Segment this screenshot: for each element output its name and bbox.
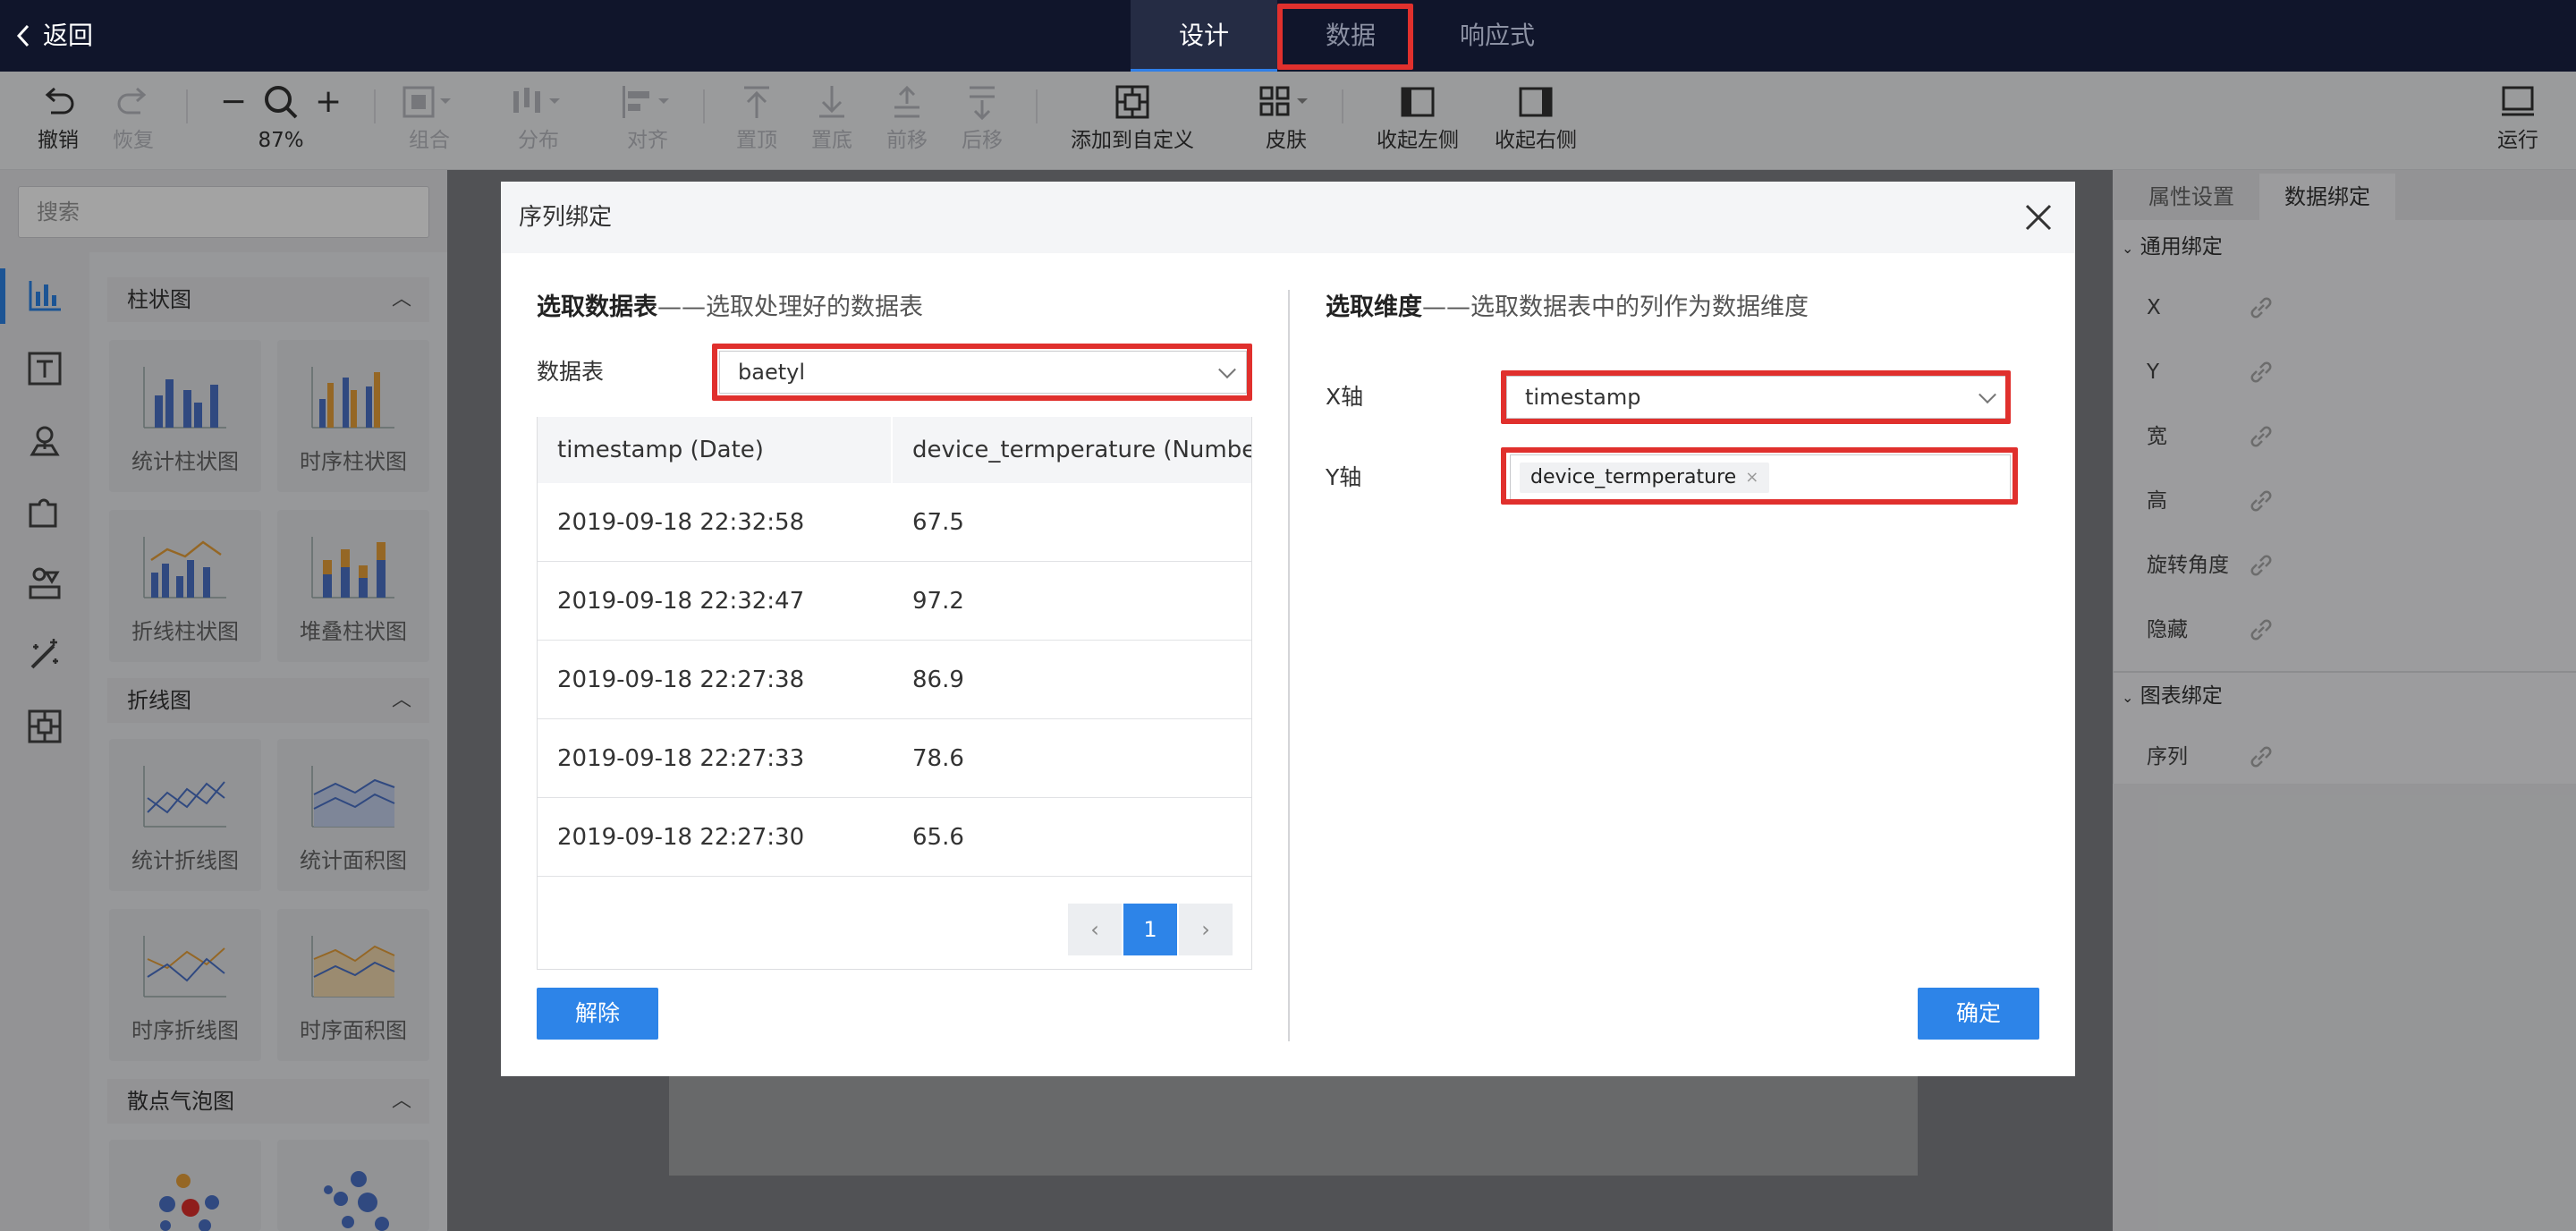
table-cell: 97.2 <box>912 588 964 615</box>
dialog-header <box>501 182 2075 253</box>
table-select[interactable]: baetyl <box>719 351 1247 394</box>
x-axis-label: X轴 <box>1326 384 1364 410</box>
x-axis-select-value: timestamp <box>1525 385 1641 410</box>
confirm-button[interactable]: 确定 <box>1918 988 2039 1040</box>
y-axis-multiselect[interactable]: device_termperature × <box>1510 454 2011 501</box>
table-row: 2019-09-18 22:27:33 78.6 <box>538 719 1251 798</box>
pagination-page-1[interactable]: 1 <box>1123 904 1177 955</box>
table-cell: 86.9 <box>912 666 964 693</box>
dialog-column-divider <box>1288 290 1290 1041</box>
chevron-down-icon <box>1979 386 1996 404</box>
pagination-prev-button[interactable]: ‹ <box>1068 904 1122 955</box>
back-button[interactable]: 返回 <box>14 0 93 72</box>
table-cell: 67.5 <box>912 509 964 536</box>
table-cell: 2019-09-18 22:27:38 <box>557 666 805 693</box>
heading-desc: ——选取数据表中的列作为数据维度 <box>1422 293 1809 321</box>
x-axis-select[interactable]: timestamp <box>1506 376 2007 419</box>
heading-desc: ——选取处理好的数据表 <box>657 293 923 321</box>
tab-responsive[interactable]: 响应式 <box>1424 0 1571 72</box>
table-row: 2019-09-18 22:32:58 67.5 <box>538 483 1251 562</box>
table-cell: 2019-09-18 22:32:47 <box>557 588 805 615</box>
y-axis-tag: device_termperature × <box>1520 463 1770 493</box>
select-table-heading: 选取数据表——选取处理好的数据表 <box>537 290 923 326</box>
table-cell: 2019-09-18 22:32:58 <box>557 509 805 536</box>
column-header: timestamp (Date) <box>538 417 891 483</box>
table-cell: 78.6 <box>912 745 964 772</box>
table-select-value: baetyl <box>738 360 805 385</box>
table-cell: 2019-09-18 22:27:33 <box>557 745 805 772</box>
dialog-title: 序列绑定 <box>519 204 613 231</box>
table-field-label: 数据表 <box>537 359 605 385</box>
column-divider <box>891 417 893 483</box>
select-dimension-heading: 选取维度——选取数据表中的列作为数据维度 <box>1326 290 1809 326</box>
y-axis-label: Y轴 <box>1326 464 1362 490</box>
table-row: 2019-09-18 22:32:47 97.2 <box>538 562 1251 641</box>
table-cell: 2019-09-18 22:27:30 <box>557 824 805 851</box>
chevron-left-icon <box>16 24 30 47</box>
heading-bold: 选取数据表 <box>537 293 657 321</box>
close-icon[interactable] <box>2023 202 2054 233</box>
pagination-next-button[interactable]: › <box>1179 904 1233 955</box>
column-header: device_termperature (Number) <box>893 417 1251 483</box>
unbind-button[interactable]: 解除 <box>537 988 658 1040</box>
table-row: 2019-09-18 22:27:30 65.6 <box>538 798 1251 877</box>
tab-design[interactable]: 设计 <box>1131 0 1277 72</box>
back-label: 返回 <box>43 21 94 50</box>
tab-data[interactable]: 数据 <box>1277 0 1424 72</box>
table-row: 2019-09-18 22:27:38 86.9 <box>538 641 1251 719</box>
heading-bold: 选取维度 <box>1326 293 1422 321</box>
table-cell: 65.6 <box>912 824 964 851</box>
chevron-down-icon <box>1218 361 1236 379</box>
tag-close-icon[interactable]: × <box>1745 463 1758 493</box>
y-axis-tag-label: device_termperature <box>1530 466 1737 488</box>
